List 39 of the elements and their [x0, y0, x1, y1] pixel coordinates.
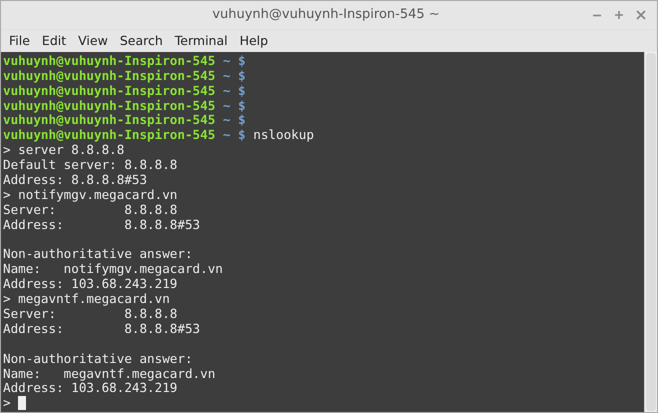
- output-line: Server: 8.8.8.8: [3, 202, 178, 217]
- output-line: Address: 8.8.8.8#53: [3, 320, 200, 336]
- output-line: > server 8.8.8.8: [3, 142, 124, 158]
- output-line: Address: 8.8.8.8#53: [3, 172, 148, 188]
- menu-item[interactable]: Search: [114, 33, 169, 48]
- output-line: Address: 103.68.243.219: [3, 380, 178, 396]
- menu-item[interactable]: Help: [234, 33, 274, 48]
- output-line: Name: notifymgv.megacard.vn: [3, 261, 223, 276]
- output-line: Address: 8.8.8.8#53: [3, 216, 200, 232]
- prompt-path: ~ $: [222, 127, 246, 142]
- prompt-user-host: vuhuynh@vuhuynh-Inspiron-545: [3, 127, 216, 142]
- output-line: Non-authoritative answer:: [3, 246, 193, 262]
- menu-item[interactable]: View: [72, 33, 114, 48]
- output-line: Name: megavntf.megacard.vn: [3, 366, 216, 381]
- input-prompt: >: [3, 395, 11, 410]
- prompt-user-host: vuhuynh@vuhuynh-Inspiron-545: [3, 82, 216, 98]
- output-line: Non-authoritative answer:: [3, 350, 193, 366]
- menu-item[interactable]: Terminal: [168, 33, 234, 48]
- prompt-user-host: vuhuynh@vuhuynh-Inspiron-545: [3, 52, 216, 68]
- menu-item[interactable]: Edit: [36, 33, 72, 48]
- prompt-user-host: vuhuynh@vuhuynh-Inspiron-545: [3, 112, 216, 128]
- scrollbar[interactable]: [644, 52, 657, 412]
- output-line: Address: 103.68.243.219: [3, 276, 178, 292]
- prompt-path: ~ $: [222, 68, 246, 83]
- output-line: Default server: 8.8.8.8: [3, 157, 178, 172]
- prompt-path: ~ $: [222, 52, 246, 68]
- output-line: Server: 8.8.8.8: [3, 306, 178, 322]
- prompt-path: ~ $: [222, 112, 246, 128]
- output-line: > notifymgv.megacard.vn: [3, 186, 178, 202]
- prompt-user-host: vuhuynh@vuhuynh-Inspiron-545: [3, 98, 216, 113]
- command-text: nslookup: [252, 127, 314, 142]
- maximize-icon[interactable]: [613, 8, 625, 21]
- prompt-path: ~ $: [222, 98, 246, 113]
- prompt-path: ~ $: [222, 82, 246, 98]
- menu-item[interactable]: File: [3, 33, 36, 48]
- prompt-user-host: vuhuynh@vuhuynh-Inspiron-545: [3, 68, 216, 83]
- window-title: vuhuynh@vuhuynh-Inspiron-545 ~: [211, 7, 441, 22]
- output-line: > megavntf.megacard.vn: [3, 291, 170, 306]
- close-icon[interactable]: [635, 8, 647, 21]
